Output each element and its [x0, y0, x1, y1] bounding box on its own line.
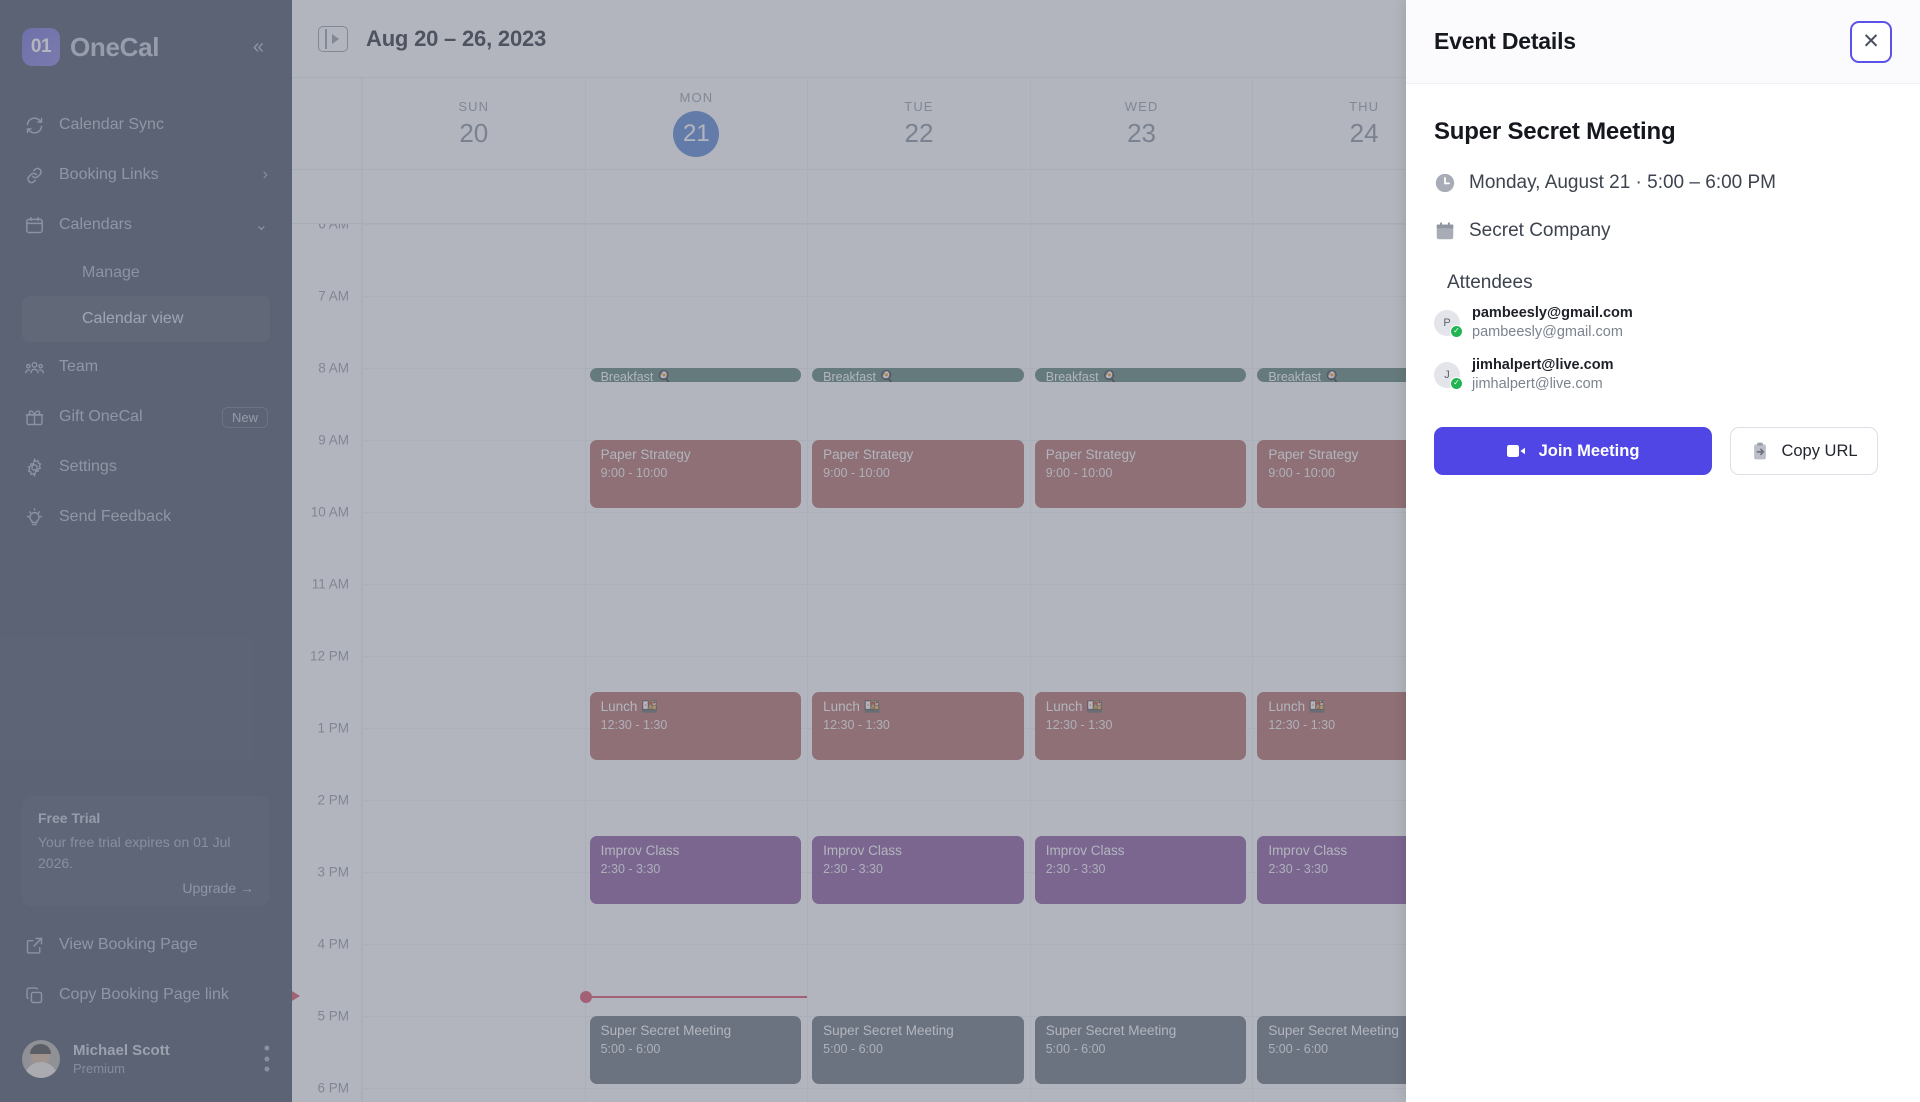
clock-icon — [1434, 172, 1456, 194]
attendee-name: pambeesly@gmail.com — [1472, 305, 1633, 321]
event-calendar-row: Secret Company — [1434, 220, 1892, 242]
join-meeting-label: Join Meeting — [1538, 441, 1640, 460]
event-datetime: Monday, August 21 · 5:00 – 6:00 PM — [1469, 172, 1777, 193]
calendar-icon — [1434, 220, 1456, 242]
modal-scrim[interactable] — [0, 0, 1406, 1102]
event-details-panel: Event Details ✕ Super Secret Meeting Mon… — [1406, 0, 1920, 1102]
attendee-info: jimhalpert@live.com jimhalpert@live.com — [1472, 356, 1613, 394]
attendees-header: Attendees — [1434, 272, 1892, 306]
event-details-header: Event Details ✕ — [1406, 0, 1920, 84]
accepted-check-icon: ✓ — [1450, 376, 1463, 390]
attendee-row: J ✓ jimhalpert@live.com jimhalpert@live.com — [1434, 356, 1892, 394]
copy-url-button[interactable]: Copy URL — [1730, 427, 1878, 476]
join-meeting-button[interactable]: Join Meeting — [1434, 427, 1712, 476]
attendee-info: pambeesly@gmail.com pambeesly@gmail.com — [1472, 304, 1633, 342]
attendee-avatar: P ✓ — [1434, 309, 1463, 338]
event-calendar-name: Secret Company — [1469, 220, 1611, 241]
attendees-label: Attendees — [1447, 272, 1533, 293]
attendee-name: jimhalpert@live.com — [1472, 356, 1614, 373]
attendee-email: pambeesly@gmail.com — [1472, 323, 1623, 340]
attendee-avatar: J ✓ — [1434, 361, 1463, 390]
event-details-body: Super Secret Meeting Monday, August 21 ·… — [1406, 84, 1920, 476]
event-datetime-row: Monday, August 21 · 5:00 – 6:00 PM — [1434, 172, 1892, 194]
attendee-row: P ✓ pambeesly@gmail.com pambeesly@gmail.com — [1434, 304, 1892, 342]
accepted-check-icon: ✓ — [1450, 324, 1463, 338]
event-details-heading: Event Details — [1434, 28, 1576, 54]
attendee-email: jimhalpert@live.com — [1472, 375, 1603, 392]
close-icon[interactable]: ✕ — [1850, 20, 1892, 63]
video-camera-icon — [1506, 444, 1527, 458]
clipboard-copy-icon — [1750, 441, 1770, 461]
attendees-list: P ✓ pambeesly@gmail.com pambeesly@gmail.com… — [1434, 304, 1892, 393]
event-actions: Join Meeting Copy URL — [1434, 427, 1892, 476]
copy-url-label: Copy URL — [1781, 441, 1858, 460]
event-title: Super Secret Meeting — [1434, 118, 1676, 145]
